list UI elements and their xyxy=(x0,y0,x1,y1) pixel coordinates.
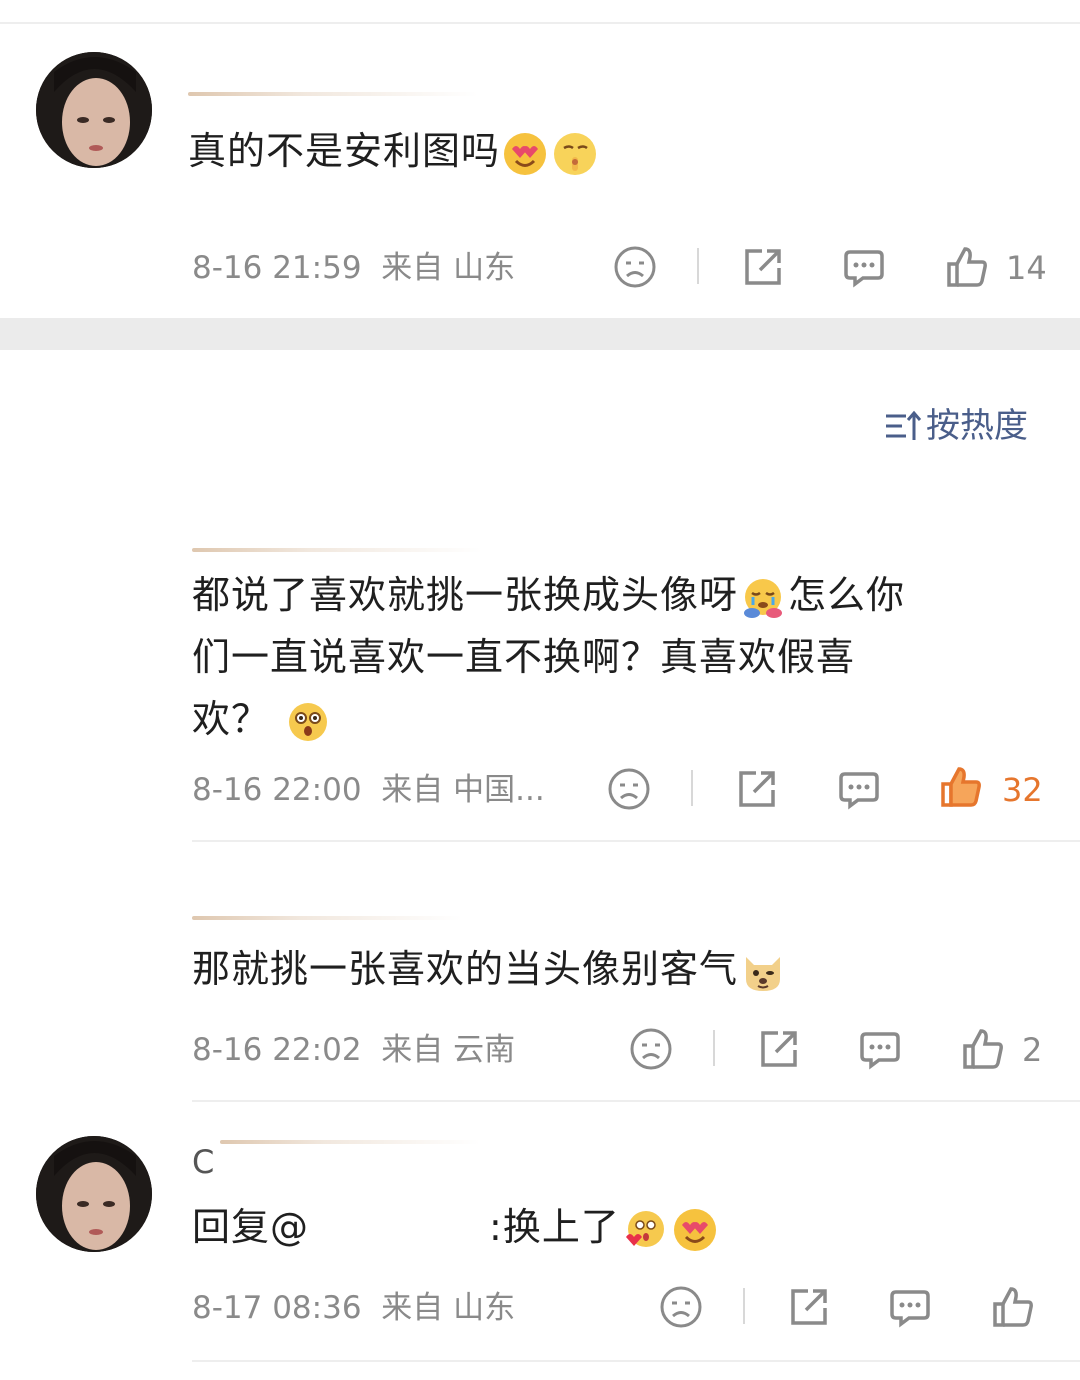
like-icon[interactable] xyxy=(944,244,990,290)
heart-eyes-emoji xyxy=(672,1207,718,1253)
like-icon[interactable] xyxy=(960,1026,1006,1072)
comment-text: 真的不是安利图吗 xyxy=(188,120,600,182)
doge-emoji xyxy=(740,949,786,995)
separator xyxy=(697,248,699,284)
comment-meta: 8-16 22:00 来自 中国... xyxy=(192,772,545,808)
separator xyxy=(713,1030,715,1066)
like-icon[interactable] xyxy=(990,1284,1036,1330)
reply-text: 回复@:换上了 xyxy=(192,1196,720,1258)
comment-divider xyxy=(192,1360,1080,1362)
section-separator xyxy=(0,318,1080,350)
sort-label: 按热度 xyxy=(926,406,1028,446)
shush-emoji xyxy=(552,131,598,177)
avatar-photo xyxy=(36,1136,152,1252)
comment-text-line: 们一直说喜欢一直不换啊？真喜欢假喜 xyxy=(192,635,856,679)
comment-meta: 8-17 08:36 来自 山东 xyxy=(192,1290,516,1326)
dislike-icon[interactable] xyxy=(628,1026,674,1072)
comment-meta: 8-16 21:59 来自 山东 xyxy=(192,250,516,286)
comment-divider xyxy=(192,840,1080,842)
username-redacted xyxy=(192,548,482,552)
share-icon[interactable] xyxy=(756,1026,802,1072)
comment-meta: 8-16 22:02 来自 云南 xyxy=(192,1032,516,1068)
comment-text: 那就挑一张喜欢的当头像别客气 xyxy=(192,938,788,1000)
share-icon[interactable] xyxy=(734,766,780,812)
username[interactable]: C xyxy=(192,1142,214,1182)
like-count: 2 xyxy=(1022,1031,1043,1069)
dislike-icon[interactable] xyxy=(606,766,652,812)
like-count: 14 xyxy=(1006,249,1047,287)
comment-icon[interactable] xyxy=(836,766,882,812)
sort-icon xyxy=(884,406,922,446)
comment-text: 都说了喜欢就挑一张换成头像呀 怎么你 们一直说喜欢一直不换啊？真喜欢假喜 欢？ xyxy=(192,564,1052,750)
comment-divider xyxy=(192,1100,1080,1102)
kiss-emoji xyxy=(622,1207,668,1253)
shocked-emoji xyxy=(285,699,331,745)
crying-hug-emoji xyxy=(740,575,786,621)
share-icon[interactable] xyxy=(786,1284,832,1330)
separator xyxy=(691,770,693,806)
comment-icon[interactable] xyxy=(887,1284,933,1330)
username-redacted xyxy=(220,1140,480,1144)
avatar[interactable] xyxy=(36,1136,152,1252)
comment-icon[interactable] xyxy=(857,1026,903,1072)
separator xyxy=(743,1288,745,1324)
dislike-icon[interactable] xyxy=(612,244,658,290)
username-redacted xyxy=(192,916,462,920)
like-icon-active[interactable] xyxy=(938,764,984,810)
comment-icon[interactable] xyxy=(841,244,887,290)
username-redacted xyxy=(188,92,478,96)
avatar-photo xyxy=(36,52,152,168)
share-icon[interactable] xyxy=(740,244,786,290)
heart-eyes-emoji xyxy=(502,131,548,177)
top-divider xyxy=(0,22,1080,24)
like-count: 32 xyxy=(1002,771,1043,809)
dislike-icon[interactable] xyxy=(658,1284,704,1330)
sort-button[interactable]: 按热度 xyxy=(884,406,1028,446)
avatar[interactable] xyxy=(36,52,152,168)
